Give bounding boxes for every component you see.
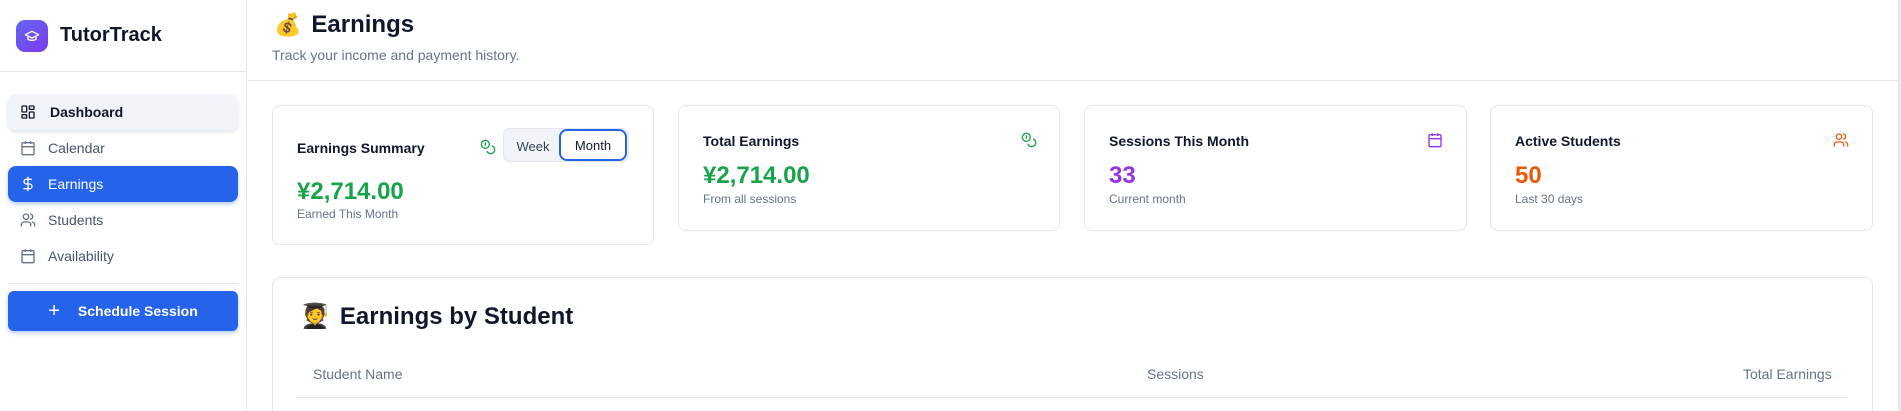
earnings-by-student-title: 🧑‍🎓 Earnings by Student	[300, 302, 573, 331]
sidebar-item-label: Dashboard	[50, 104, 124, 120]
column-header-student-name[interactable]: Student Name	[313, 366, 403, 382]
total-earnings-card: Total Earnings ¥2,714.00 From all sessio…	[678, 105, 1060, 231]
users-icon	[1833, 132, 1849, 148]
coins-icon	[480, 139, 496, 155]
page-subtitle: Track your income and payment history.	[272, 47, 520, 63]
sidebar-item-label: Students	[48, 212, 104, 228]
card-title: Total Earnings	[703, 133, 800, 149]
month-toggle-button[interactable]: Month	[559, 129, 627, 161]
nav-divider	[8, 283, 238, 284]
dollar-icon	[20, 176, 36, 192]
calendar-icon	[1427, 132, 1443, 148]
page-header: 💰 Earnings Track your income and payment…	[248, 0, 1901, 81]
sidebar-item-calendar[interactable]: Calendar	[8, 130, 238, 166]
active-students-value: 50	[1515, 162, 1542, 189]
column-header-sessions[interactable]: Sessions	[1147, 366, 1204, 382]
sidebar-item-label: Availability	[48, 248, 114, 264]
plus-icon: +	[48, 300, 60, 322]
active-students-card: Active Students 50 Last 30 days	[1490, 105, 1873, 231]
sidebar-item-availability[interactable]: Availability	[8, 238, 238, 274]
card-title: Sessions This Month	[1109, 133, 1250, 149]
schedule-session-button[interactable]: + Schedule Session	[8, 291, 238, 331]
page-title: 💰 Earnings	[274, 11, 414, 39]
graduation-cap-icon	[16, 19, 48, 52]
calendar-icon	[20, 248, 36, 264]
earnings-by-student-panel	[272, 277, 1873, 411]
coins-icon	[1021, 132, 1037, 148]
card-subtitle: Last 30 days	[1515, 192, 1584, 206]
users-icon	[20, 212, 36, 228]
page-title-text: Earnings	[311, 11, 415, 38]
sidebar-item-earnings[interactable]: Earnings	[8, 166, 238, 202]
sidebar-item-students[interactable]: Students	[8, 202, 238, 238]
dashboard-grid-icon	[20, 104, 36, 120]
brand-name: TutorTrack	[60, 24, 162, 46]
table-header-divider	[296, 397, 1847, 398]
sidebar-item-label: Calendar	[48, 140, 105, 156]
sessions-this-month-card: Sessions This Month 33 Current month	[1084, 105, 1467, 231]
sidebar-nav: Dashboard Calendar Earnings Students Ava…	[0, 72, 246, 331]
sidebar-item-label: Earnings	[48, 176, 104, 192]
schedule-session-label: Schedule Session	[77, 303, 198, 319]
earnings-summary-card: Earnings Summary Week Month ¥2,714.00 Ea…	[272, 105, 654, 245]
student-icon: 🧑‍🎓	[300, 303, 330, 330]
total-earnings-value: ¥2,714.00	[703, 162, 810, 189]
period-toggle: Week Month	[503, 128, 629, 162]
earnings-summary-value: ¥2,714.00	[297, 178, 404, 205]
card-subtitle: Current month	[1109, 192, 1186, 206]
calendar-icon	[20, 140, 36, 156]
card-subtitle: Earned This Month	[297, 207, 399, 221]
column-header-total-earnings[interactable]: Total Earnings	[1743, 366, 1832, 382]
sidebar-item-dashboard[interactable]: Dashboard	[8, 94, 238, 130]
card-title: Earnings Summary	[297, 140, 425, 156]
sidebar: TutorTrack Dashboard Calendar Earnings S…	[0, 0, 247, 411]
card-subtitle: From all sessions	[703, 192, 797, 206]
section-title-text: Earnings by Student	[339, 302, 574, 330]
brand[interactable]: TutorTrack	[0, 0, 246, 72]
sessions-value: 33	[1109, 162, 1136, 189]
money-bag-icon: 💰	[274, 12, 302, 37]
week-toggle-button[interactable]: Week	[507, 132, 559, 160]
card-title: Active Students	[1515, 133, 1621, 149]
